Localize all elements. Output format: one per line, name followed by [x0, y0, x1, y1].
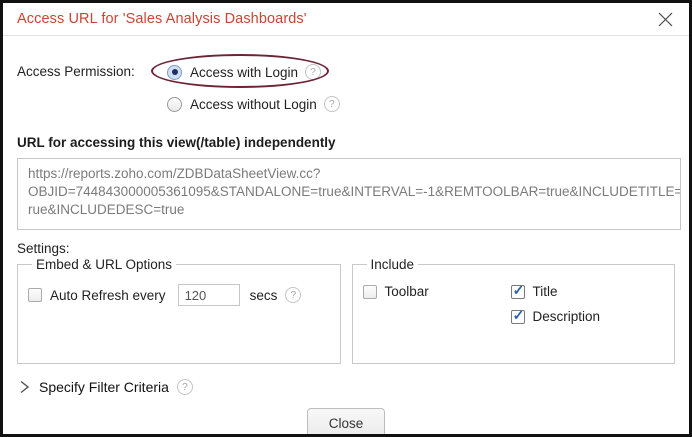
settings-label: Settings: [17, 241, 70, 256]
access-permission-label: Access Permission: [17, 64, 135, 79]
toolbar-label: Toolbar [384, 284, 429, 299]
embed-url-options-fieldset: Embed & URL Options Auto Refresh every s… [17, 257, 341, 364]
close-icon[interactable] [655, 9, 675, 29]
embed-url-options-legend: Embed & URL Options [36, 257, 173, 272]
chevron-right-icon[interactable] [17, 380, 31, 394]
radio-button-selected[interactable] [167, 64, 182, 80]
include-column-left: Toolbar [362, 272, 511, 324]
title-checkbox[interactable]: ✓ [510, 281, 525, 299]
title-option-row[interactable]: ✓ Title [510, 281, 601, 299]
description-option-row[interactable]: ✓ Description [510, 306, 601, 324]
dialog-content: Access Permission: Access with Login ? A… [3, 36, 689, 434]
close-button[interactable]: Close [306, 408, 386, 434]
url-text-line: OBJID=744843000005361095&STANDALONE=true… [28, 183, 681, 199]
secs-label: secs [249, 287, 278, 303]
checkmark-icon: ✓ [512, 281, 525, 298]
specify-filter-criteria-row[interactable]: Specify Filter Criteria ? [17, 379, 675, 395]
toolbar-checkbox[interactable] [362, 284, 377, 299]
help-icon[interactable]: ? [305, 64, 322, 80]
dialog-footer: Close [17, 408, 675, 434]
toolbar-option-row[interactable]: Toolbar [362, 284, 511, 299]
access-permission-row: Access Permission: Access with Login ? A… [17, 54, 675, 118]
title-label: Title [532, 284, 558, 299]
url-textarea[interactable]: https://reports.zoho.com/ZDBDataSheetVie… [17, 158, 681, 230]
access-url-dialog: Access URL for 'Sales Analysis Dashboard… [0, 0, 692, 437]
auto-refresh-row: Auto Refresh every secs ? [28, 284, 330, 306]
radio-label: Access without Login [190, 96, 317, 112]
checkmark-icon: ✓ [512, 306, 525, 323]
help-icon[interactable]: ? [323, 96, 340, 112]
dialog-titlebar: Access URL for 'Sales Analysis Dashboard… [3, 3, 689, 36]
radio-dot [171, 69, 178, 75]
description-label: Description [532, 309, 601, 324]
help-icon[interactable]: ? [176, 379, 193, 395]
url-text-line: rue&INCLUDEDESC=true [28, 201, 185, 217]
include-fieldset: Include Toolbar ✓ Title ✓ Description [351, 257, 675, 364]
radio-option-access-with-login[interactable]: Access with Login ? [151, 54, 340, 88]
url-text-line: https://reports.zoho.com/ZDBDataSheetVie… [28, 166, 321, 181]
radio-label: Access with Login [190, 64, 299, 80]
auto-refresh-checkbox[interactable] [28, 288, 42, 302]
refresh-interval-input[interactable] [177, 284, 240, 306]
radio-option-access-without-login[interactable]: Access without Login ? [157, 90, 340, 118]
include-column-right: ✓ Title ✓ Description [510, 272, 601, 324]
include-columns: Toolbar ✓ Title ✓ Description [362, 272, 665, 324]
url-section-label: URL for accessing this view(/table) inde… [17, 135, 336, 150]
specify-filter-criteria-label: Specify Filter Criteria [39, 379, 169, 395]
include-legend: Include [370, 257, 415, 272]
access-permission-radio-group: Access with Login ? Access without Login… [151, 54, 340, 118]
auto-refresh-label: Auto Refresh every [50, 287, 166, 303]
radio-button-unselected[interactable] [167, 96, 182, 112]
description-checkbox[interactable]: ✓ [510, 306, 525, 324]
dialog-title: Access URL for 'Sales Analysis Dashboard… [17, 11, 307, 27]
settings-fieldsets: Embed & URL Options Auto Refresh every s… [17, 257, 675, 364]
help-icon[interactable]: ? [285, 287, 302, 303]
